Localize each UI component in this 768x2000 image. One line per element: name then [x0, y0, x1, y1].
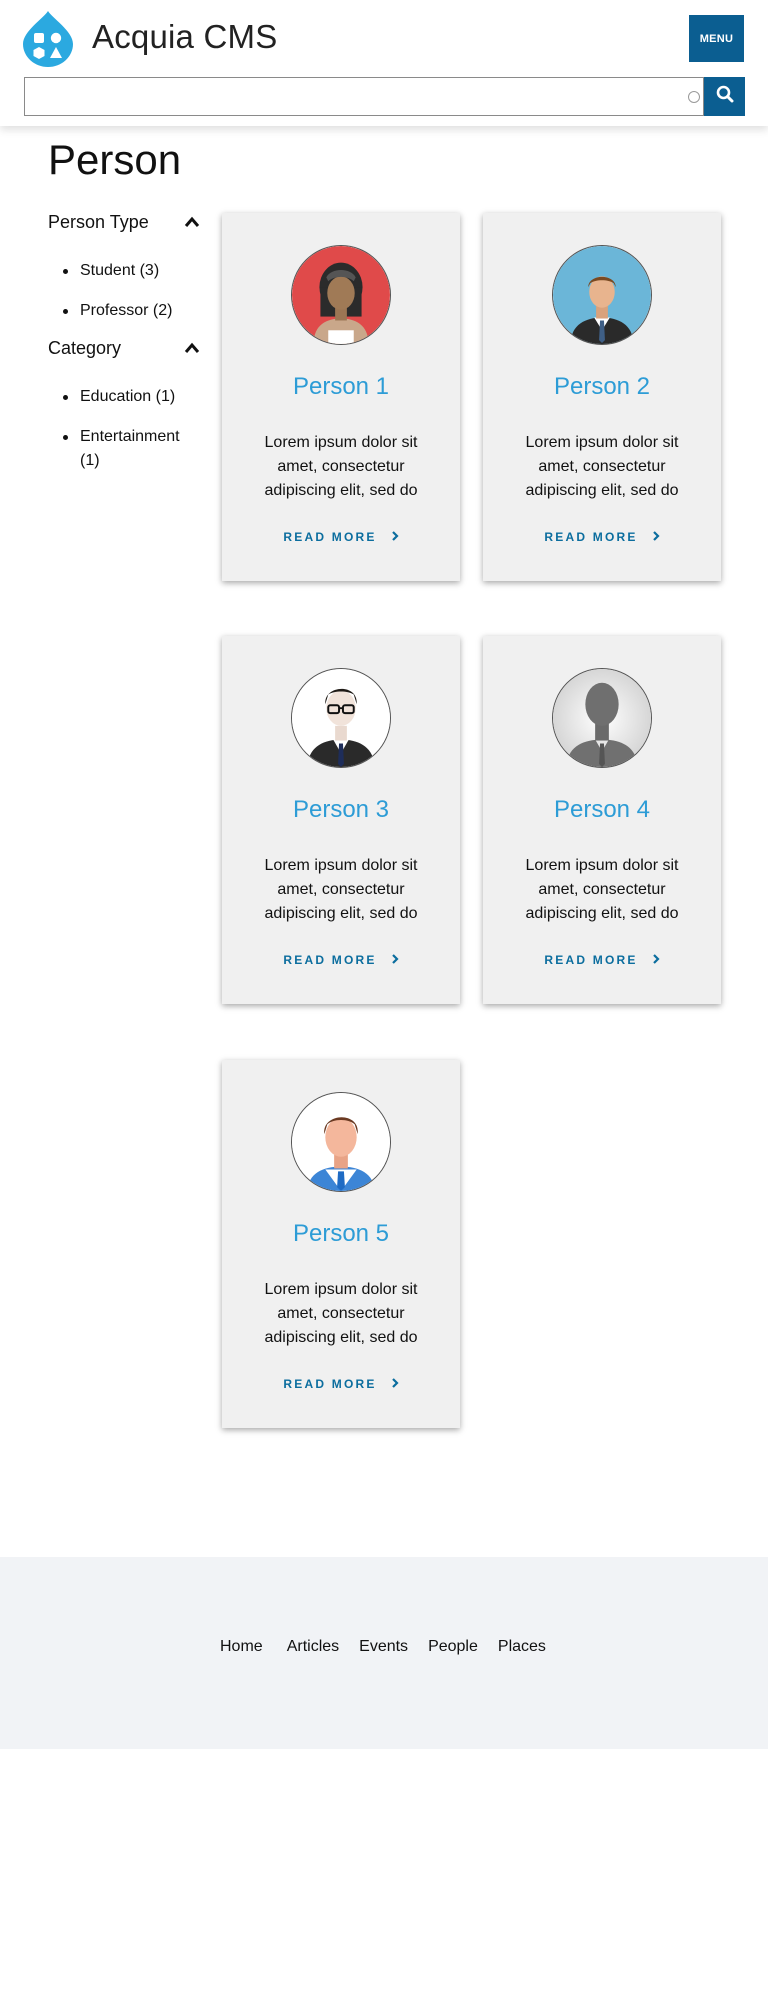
person-card: Person 3 Lorem ipsum dolor sit amet, con…: [222, 636, 460, 1004]
facet-heading: Person Type: [48, 212, 149, 232]
facet-person-type-header[interactable]: Person Type: [48, 212, 200, 233]
card-title[interactable]: Person 2: [483, 373, 721, 401]
search-button[interactable]: [704, 77, 745, 116]
read-more-label: READ MORE: [544, 530, 638, 544]
card-text: Lorem ipsum dolor sit amet, consectetur …: [525, 857, 679, 922]
site-header: Acquia CMS MENU: [0, 0, 768, 126]
person-card: Person 5 Lorem ipsum dolor sit amet, con…: [222, 1060, 460, 1428]
card-text: Lorem ipsum dolor sit amet, consectetur …: [264, 1281, 418, 1346]
read-more-label: READ MORE: [283, 953, 377, 967]
avatar[interactable]: [291, 668, 391, 768]
chevron-up-icon[interactable]: [184, 212, 200, 233]
read-more-link[interactable]: READ MORE: [222, 1377, 460, 1391]
facet-category-list: Education (1) Entertainment (1): [48, 385, 198, 489]
facet-item-entertainment[interactable]: Entertainment (1): [48, 425, 198, 473]
avatar[interactable]: [291, 1092, 391, 1192]
facet-item-education[interactable]: Education (1): [48, 385, 198, 409]
site-name[interactable]: Acquia CMS: [92, 18, 277, 56]
facet-heading: Category: [48, 338, 122, 358]
avatar[interactable]: [291, 245, 391, 345]
loading-spinner-icon: [688, 91, 700, 103]
page-title: Person: [48, 136, 182, 183]
footer-nav: Home Articles Events People Places: [220, 1638, 546, 1656]
footer-link-events[interactable]: Events: [359, 1638, 408, 1656]
read-more-link[interactable]: READ MORE: [222, 530, 460, 544]
person-card: Person 1 Lorem ipsum dolor sit amet, con…: [222, 213, 460, 581]
menu-button[interactable]: MENU: [689, 15, 744, 62]
chevron-right-icon: [391, 953, 399, 967]
read-more-link[interactable]: READ MORE: [483, 530, 721, 544]
avatar[interactable]: [552, 668, 652, 768]
chevron-right-icon: [391, 530, 399, 544]
card-text: Lorem ipsum dolor sit amet, consectetur …: [264, 857, 418, 922]
read-more-link[interactable]: READ MORE: [222, 953, 460, 967]
read-more-label: READ MORE: [283, 530, 377, 544]
search-icon: [716, 85, 734, 108]
card-title[interactable]: Person 1: [222, 373, 460, 401]
drupal-logo-icon[interactable]: [23, 11, 73, 67]
search-input[interactable]: [24, 77, 704, 116]
card-text: Lorem ipsum dolor sit amet, consectetur …: [525, 434, 679, 499]
chevron-right-icon: [652, 953, 660, 967]
card-title[interactable]: Person 3: [222, 796, 460, 824]
facet-item-professor[interactable]: Professor (2): [48, 299, 198, 323]
person-card: Person 4 Lorem ipsum dolor sit amet, con…: [483, 636, 721, 1004]
avatar[interactable]: [552, 245, 652, 345]
footer-link-people[interactable]: People: [428, 1638, 478, 1656]
footer-link-articles[interactable]: Articles: [287, 1638, 339, 1656]
facet-item-student[interactable]: Student (3): [48, 259, 198, 283]
chevron-up-icon[interactable]: [184, 338, 200, 359]
site-footer: Home Articles Events People Places: [0, 1557, 768, 1749]
read-more-label: READ MORE: [283, 1377, 377, 1391]
read-more-link[interactable]: READ MORE: [483, 953, 721, 967]
card-title[interactable]: Person 4: [483, 796, 721, 824]
card-text: Lorem ipsum dolor sit amet, consectetur …: [264, 434, 418, 499]
facet-category-header[interactable]: Category: [48, 338, 200, 359]
person-card: Person 2 Lorem ipsum dolor sit amet, con…: [483, 213, 721, 581]
footer-link-places[interactable]: Places: [498, 1638, 546, 1656]
read-more-label: READ MORE: [544, 953, 638, 967]
chevron-right-icon: [652, 530, 660, 544]
chevron-right-icon: [391, 1377, 399, 1391]
facet-person-type-list: Student (3) Professor (2): [48, 259, 198, 339]
footer-link-home[interactable]: Home: [220, 1638, 263, 1656]
card-title[interactable]: Person 5: [222, 1220, 460, 1248]
